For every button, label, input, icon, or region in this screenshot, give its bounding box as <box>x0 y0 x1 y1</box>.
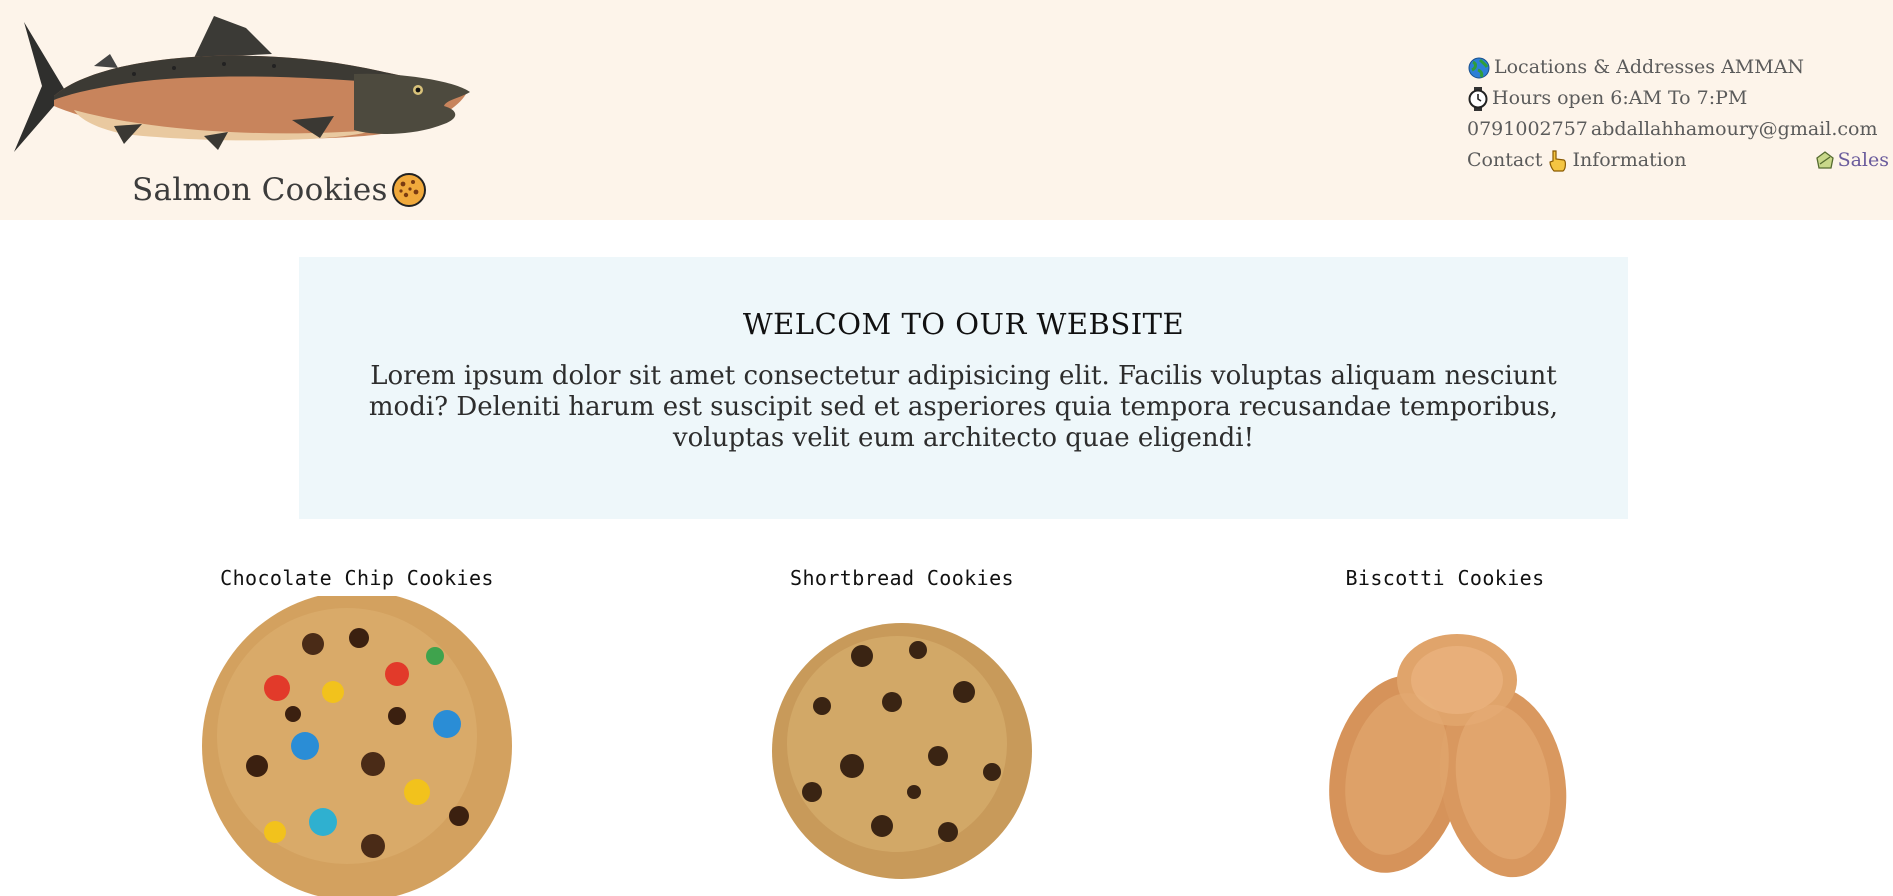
contact-label: Contact <box>1467 149 1543 171</box>
brand: Salmon Cookies <box>132 172 427 208</box>
contact-row: Contact Information Sales <box>1467 145 1893 176</box>
shortbread-cookie-image <box>772 623 1032 879</box>
site-header: Salmon Cookies Locations & Addresses AMM… <box>0 0 1893 220</box>
products-section: Chocolate Chip Cookies Shortbread Cookie… <box>0 566 1893 896</box>
contact-info: Locations & Addresses AMMAN Hours open 6… <box>1467 52 1893 176</box>
welcome-text: Lorem ipsum dolor sit amet consectetur a… <box>368 361 1559 453</box>
biscotti-cookies-image <box>1329 634 1567 878</box>
sales-link[interactable]: Sales <box>1814 145 1889 176</box>
product-card: Chocolate Chip Cookies <box>147 566 567 896</box>
clock-icon <box>1468 86 1488 111</box>
cookie-icon <box>391 173 426 207</box>
phone-email-row: 0791002757 abdallahhamoury@gmail.com <box>1467 114 1893 145</box>
globe-icon <box>1468 57 1490 78</box>
product-card: Biscotti Cookies <box>1235 566 1655 896</box>
hours-text: Hours open 6:AM To 7:PM <box>1492 87 1748 109</box>
phone-number: 0791002757 <box>1467 118 1588 140</box>
product-title: Shortbread Cookies <box>790 566 1014 590</box>
product-card: Shortbread Cookies <box>692 566 1112 896</box>
email-address: abdallahhamoury@gmail.com <box>1590 118 1878 140</box>
salmon-logo-image <box>14 16 470 152</box>
product-title: Biscotti Cookies <box>1345 566 1545 590</box>
welcome-title: WELCOM TO OUR WEBSITE <box>742 307 1185 341</box>
pointing-hand-icon <box>1549 149 1567 172</box>
sales-label: Sales <box>1837 149 1889 171</box>
location-text: Locations & Addresses AMMAN <box>1494 56 1805 78</box>
product-title: Chocolate Chip Cookies <box>220 566 494 590</box>
information-label: Information <box>1572 149 1687 171</box>
brand-name: Salmon Cookies <box>132 172 388 208</box>
hours-row: Hours open 6:AM To 7:PM <box>1467 83 1893 114</box>
chocolate-chip-cookie-image <box>202 596 512 896</box>
location-row: Locations & Addresses AMMAN <box>1467 52 1893 83</box>
sales-badge-icon <box>1815 150 1834 169</box>
welcome-section: WELCOM TO OUR WEBSITE Lorem ipsum dolor … <box>299 257 1628 519</box>
